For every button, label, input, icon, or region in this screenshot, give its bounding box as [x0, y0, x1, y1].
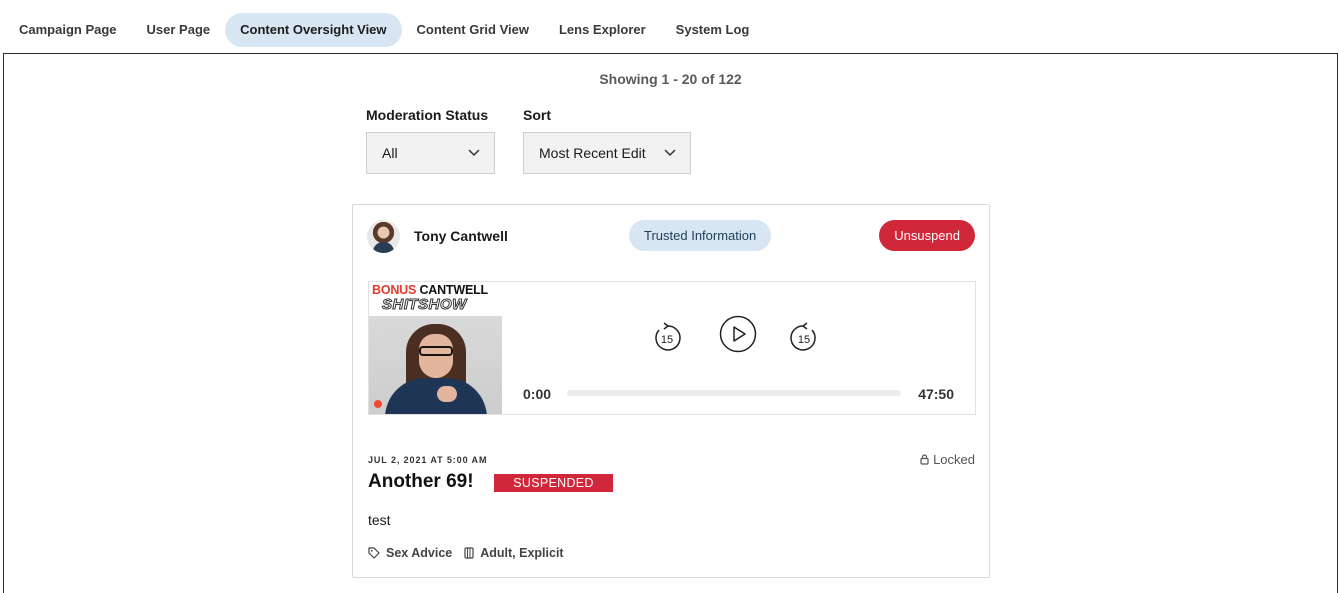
duration: 47:50 — [918, 386, 954, 402]
chevron-down-icon — [468, 149, 480, 157]
tab-content-oversight-view[interactable]: Content Oversight View — [225, 13, 402, 47]
audio-player: BONUS CANTWELL SHITSHOW 15 15 0:00 47:50 — [368, 281, 976, 415]
sort-filter: Sort Most Recent Edit — [523, 107, 691, 174]
progress-scrubber[interactable] — [567, 390, 901, 396]
current-time: 0:00 — [523, 386, 552, 402]
episode-thumbnail: BONUS CANTWELL SHITSHOW — [369, 282, 502, 414]
tag-icon — [368, 547, 380, 559]
moderation-status-label: Moderation Status — [366, 107, 489, 123]
lock-icon — [920, 454, 929, 465]
thumbnail-subtitle: SHITSHOW — [382, 296, 467, 314]
post-title[interactable]: Another 69! — [368, 471, 474, 493]
record-dot-icon — [374, 400, 382, 408]
rewind-15-button[interactable]: 15 — [651, 322, 683, 359]
player-controls: 15 15 0:00 47:50 — [502, 282, 975, 414]
view-tabs: Campaign Page User Page Content Oversigh… — [4, 13, 764, 47]
tab-user-page[interactable]: User Page — [132, 13, 226, 47]
content-panel: Showing 1 - 20 of 122 Moderation Status … — [3, 53, 1338, 593]
play-icon — [719, 315, 757, 353]
moderation-status-filter: Moderation Status All — [366, 107, 495, 174]
post-date: JUL 2, 2021 AT 5:00 AM — [368, 455, 488, 465]
tag-sex-advice: Sex Advice — [368, 546, 452, 560]
tag-content-rating: Adult, Explicit — [464, 546, 564, 560]
content-rating-icon — [464, 547, 474, 559]
thumbnail-photo — [369, 316, 502, 414]
moderation-status-select[interactable]: All — [366, 132, 495, 174]
tab-system-log[interactable]: System Log — [661, 13, 765, 47]
avatar[interactable] — [367, 220, 400, 253]
chevron-down-icon — [664, 149, 676, 157]
unsuspend-button[interactable]: Unsuspend — [879, 220, 975, 251]
lock-status-label: Locked — [933, 452, 975, 467]
rewind-15-icon: 15 — [655, 322, 681, 351]
tab-campaign-page[interactable]: Campaign Page — [4, 13, 132, 47]
svg-text:15: 15 — [661, 334, 673, 346]
svg-text:15: 15 — [798, 334, 810, 346]
sort-label: Sort — [523, 107, 551, 123]
results-count: Showing 1 - 20 of 122 — [599, 71, 742, 87]
lock-status: Locked — [920, 452, 975, 467]
forward-15-button[interactable]: 15 — [788, 322, 820, 359]
tab-lens-explorer[interactable]: Lens Explorer — [544, 13, 661, 47]
tag-label: Adult, Explicit — [480, 546, 564, 560]
thumbnail-title: BONUS CANTWELL — [372, 283, 488, 297]
tag-label: Sex Advice — [386, 546, 453, 560]
sort-value: Most Recent Edit — [539, 145, 646, 161]
post-card: Tony Cantwell Trusted Information Unsusp… — [352, 204, 990, 578]
forward-15-icon: 15 — [790, 322, 816, 351]
post-body: test — [368, 512, 391, 528]
moderation-status-value: All — [382, 145, 398, 161]
author-name[interactable]: Tony Cantwell — [414, 228, 508, 244]
sort-select[interactable]: Most Recent Edit — [523, 132, 691, 174]
play-button[interactable] — [719, 315, 757, 358]
post-tags: Sex Advice Adult, Explicit — [368, 546, 576, 560]
tab-content-grid-view[interactable]: Content Grid View — [402, 13, 544, 47]
trusted-information-badge: Trusted Information — [629, 220, 772, 251]
status-badge: SUSPENDED — [494, 474, 613, 492]
